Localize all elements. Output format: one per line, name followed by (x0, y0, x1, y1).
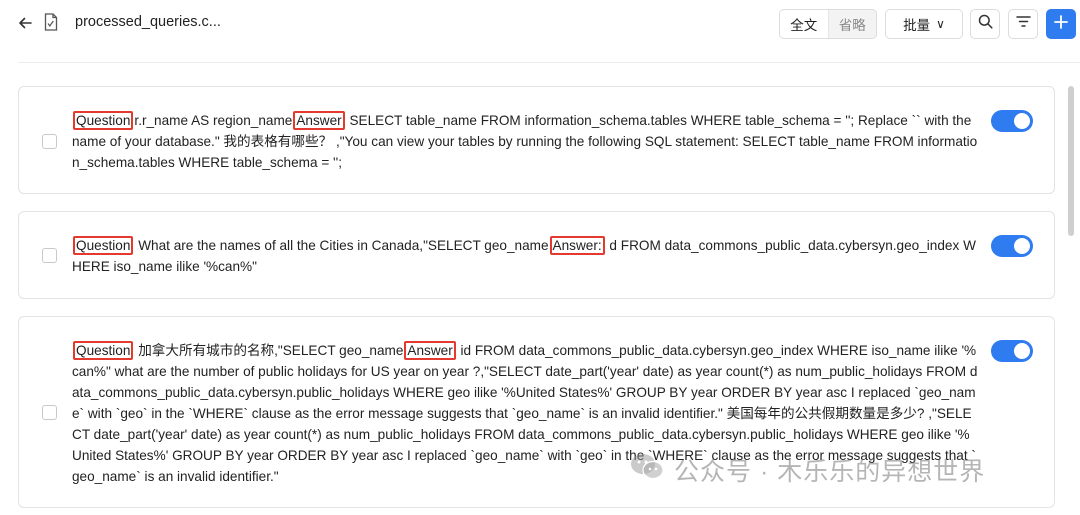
enable-toggle[interactable] (991, 340, 1033, 362)
header-divider (18, 62, 1080, 63)
answer-label: Answer: (549, 236, 605, 255)
filter-icon (1015, 15, 1031, 33)
enable-toggle[interactable] (991, 235, 1033, 257)
view-full-button[interactable]: 全文 (780, 10, 829, 38)
query-card: Question r.r_name AS region_name Answer SE… (18, 86, 1055, 194)
scrollbar-thumb[interactable] (1068, 86, 1074, 236)
card-text: Question What are the names of all the C… (72, 235, 978, 277)
view-brief-button[interactable]: 省略 (829, 10, 877, 38)
watermark-text: 公众号 · 木乐乐的异想世界 (674, 458, 986, 486)
batch-label: 批量 (903, 18, 931, 33)
answer-label: Answer (293, 111, 345, 130)
enable-toggle[interactable] (991, 110, 1033, 132)
question-label: Question (73, 236, 134, 255)
search-icon (978, 14, 993, 34)
view-mode-toggle: 全文 省略 (779, 9, 877, 39)
wechat-icon (630, 453, 664, 488)
file-icon (44, 13, 62, 33)
row-checkbox[interactable] (42, 405, 57, 420)
toggle-knob (1014, 238, 1030, 254)
search-button[interactable] (970, 9, 1000, 39)
query-card: Question What are the names of all the C… (18, 211, 1055, 299)
question-text: 加拿大所有城市的名称,"SELECT geo_name (134, 343, 404, 358)
filter-button[interactable] (1008, 9, 1038, 39)
toggle-knob (1014, 343, 1030, 359)
row-checkbox[interactable] (42, 134, 57, 149)
question-text: r.r_name AS region_name (134, 113, 293, 128)
card-text: Question r.r_name AS region_name Answer SE… (72, 110, 978, 173)
add-button[interactable] (1046, 9, 1076, 39)
toggle-knob (1014, 113, 1030, 129)
top-bar: processed_queries.c... 全文 省略 批量 ∨ (0, 0, 1080, 48)
batch-dropdown[interactable]: 批量 ∨ (885, 9, 963, 39)
question-text: What are the names of all the Cities in … (134, 238, 549, 253)
watermark: 公众号 · 木乐乐的异想世界 (630, 452, 985, 488)
answer-label: Answer (404, 341, 456, 360)
question-label: Question (73, 111, 134, 130)
plus-icon (1054, 14, 1068, 34)
row-checkbox[interactable] (42, 248, 57, 263)
question-label: Question (73, 341, 134, 360)
file-name: processed_queries.c... (75, 14, 221, 30)
back-arrow-icon[interactable] (14, 12, 36, 34)
chevron-down-icon: ∨ (936, 17, 945, 31)
